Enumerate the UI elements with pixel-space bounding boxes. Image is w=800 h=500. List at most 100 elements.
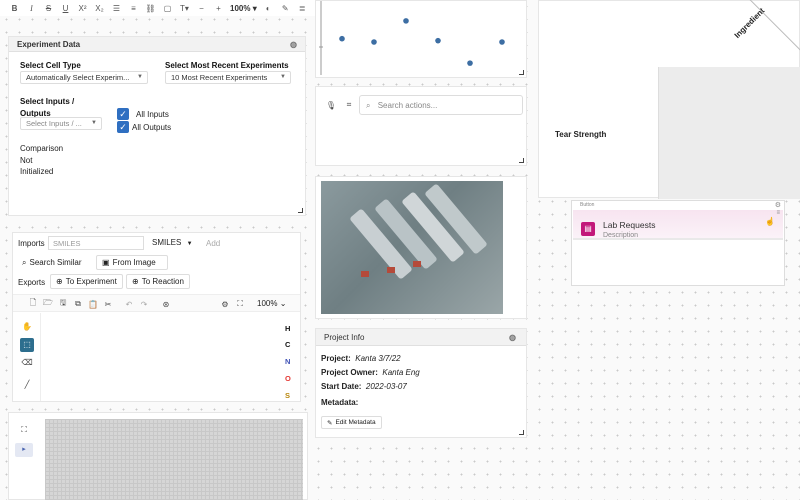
- select-tool-icon[interactable]: ⬚: [20, 338, 34, 352]
- minus-icon[interactable]: −: [193, 0, 210, 16]
- atom-h[interactable]: H: [285, 324, 290, 333]
- edit-metadata-button[interactable]: ✎ Edit Metadata: [321, 416, 382, 429]
- button-description: Description: [603, 232, 639, 239]
- paste-icon[interactable]: 📋: [88, 299, 98, 309]
- atom-s[interactable]: S: [285, 391, 290, 400]
- gear-icon[interactable]: ⚙: [775, 201, 781, 209]
- save-icon[interactable]: 🖫: [58, 298, 68, 309]
- resize-handle[interactable]: [519, 430, 524, 435]
- layout-icon[interactable]: ⊛: [161, 299, 171, 309]
- scan-icon[interactable]: ⌗: [344, 100, 354, 110]
- scatter-point: [371, 39, 377, 45]
- editor-left-tools: ✋ ⬚ ⌫ ╱: [13, 313, 41, 401]
- italic-icon[interactable]: I: [23, 0, 40, 16]
- to-experiment-button[interactable]: ⊕ To Experiment: [50, 274, 123, 289]
- text-size-icon[interactable]: T▾: [176, 0, 193, 16]
- open-folder-icon[interactable]: 🗁: [43, 298, 53, 309]
- atom-n[interactable]: N: [285, 357, 290, 366]
- copy-icon[interactable]: ⧉: [73, 299, 83, 309]
- bold-icon[interactable]: B: [6, 0, 23, 16]
- search-icon: ⌕: [366, 101, 371, 110]
- recent-experiments-select[interactable]: 10 Most Recent Experiments ▼: [165, 71, 291, 84]
- chem-editor-panel: Imports SMILES SMILES ▼ Add ⌕ Search Sim…: [12, 232, 301, 402]
- numbered-list-icon[interactable]: ≡: [125, 0, 142, 16]
- image-icon: ▣: [102, 258, 110, 267]
- button-title: Lab Requests: [603, 220, 656, 230]
- underline-icon[interactable]: U: [57, 0, 74, 16]
- format-select[interactable]: SMILES ▼: [152, 238, 193, 247]
- cell-type-select[interactable]: Automatically Select Experim... ▼: [20, 71, 148, 84]
- aerial-photo: [321, 181, 503, 314]
- shapes-icon[interactable]: ▢: [159, 0, 176, 16]
- scatter-point: [339, 35, 345, 42]
- subscript-icon[interactable]: X₂: [91, 0, 108, 16]
- grid-canvas: [45, 419, 303, 500]
- data-table-panel: Ingredient Tear Strength: [538, 0, 800, 199]
- imports-label: Imports: [18, 239, 45, 248]
- settings-icon[interactable]: ⚙: [220, 299, 230, 309]
- highlighter-icon[interactable]: ✎: [277, 0, 294, 16]
- owner-row: Project Owner: Kanta Eng: [321, 368, 420, 377]
- inputs-outputs-select[interactable]: Select Inputs / ... ▼: [20, 117, 102, 130]
- fullscreen-icon[interactable]: ⛶: [235, 299, 245, 309]
- expand-icon[interactable]: ⛶: [19, 425, 29, 435]
- diagonal-line: [743, 0, 800, 58]
- button-tag: Button: [580, 202, 595, 208]
- start-date-row: Start Date: 2022-03-07: [321, 382, 407, 391]
- atom-o[interactable]: O: [285, 374, 291, 383]
- search-actions-input[interactable]: ⌕ Search actions...: [359, 95, 523, 115]
- atom-c[interactable]: C: [285, 340, 290, 349]
- resize-handle[interactable]: [519, 158, 524, 163]
- chevron-down-icon: ▼: [137, 74, 143, 80]
- superscript-icon[interactable]: X²: [74, 0, 91, 16]
- menu-icon[interactable]: ≡: [776, 210, 780, 216]
- to-reaction-button[interactable]: ⊕ To Reaction: [126, 274, 190, 289]
- edit-icon: ✎: [327, 419, 333, 427]
- bullet-list-icon[interactable]: ☰: [108, 0, 125, 16]
- pointer-cursor-icon: ☝: [765, 217, 775, 226]
- plus-icon[interactable]: +: [210, 0, 227, 16]
- palette-icon[interactable]: ◍: [290, 40, 297, 49]
- experiment-data-panel: Experiment Data ◍ Select Cell Type Autom…: [8, 36, 306, 216]
- eraser-icon[interactable]: ⌫: [21, 357, 32, 367]
- redo-icon[interactable]: ↷: [139, 299, 149, 309]
- microphone-icon[interactable]: 🎙: [326, 100, 336, 110]
- exports-label: Exports: [18, 278, 46, 287]
- all-outputs-checkbox[interactable]: ✓: [117, 121, 129, 133]
- add-button[interactable]: Add: [206, 239, 220, 248]
- panel-header: Experiment Data ◍: [9, 37, 305, 52]
- scatter-chart: [319, 1, 505, 75]
- link-icon[interactable]: ⛓: [142, 0, 159, 16]
- form-icon: ▤: [581, 222, 595, 236]
- zoom-select[interactable]: 100% ▾: [227, 4, 260, 13]
- from-image-button[interactable]: ▣ From Image: [96, 255, 168, 270]
- metadata-row: Metadata:: [321, 398, 359, 407]
- strikethrough-icon[interactable]: S: [40, 0, 57, 16]
- new-file-icon[interactable]: 🗋: [28, 298, 38, 309]
- cell-type-label: Select Cell Type: [20, 61, 81, 70]
- all-inputs-checkbox[interactable]: ✓: [117, 108, 129, 120]
- resize-handle[interactable]: [298, 208, 303, 213]
- align-left-icon[interactable]: ≣: [294, 0, 311, 16]
- lab-requests-button[interactable]: ▤ Lab Requests Description ≡ ☝: [573, 210, 783, 240]
- chevron-down-icon: ▼: [91, 120, 97, 126]
- resize-handle[interactable]: [519, 70, 524, 75]
- palette-icon[interactable]: ◐: [260, 0, 277, 16]
- recent-experiments-label: Select Most Recent Experiments: [165, 61, 289, 70]
- scatter-point: [403, 18, 409, 24]
- cut-icon[interactable]: ✂: [103, 299, 113, 309]
- palette-icon[interactable]: ◍: [509, 333, 516, 342]
- image-panel: [315, 176, 527, 319]
- editor-zoom-select[interactable]: 100% ⌄: [257, 299, 286, 308]
- bond-tool-icon[interactable]: ╱: [22, 379, 32, 389]
- smiles-input[interactable]: SMILES: [48, 236, 144, 250]
- editor-toolbar: 🗋 🗁 🖫 ⧉ 📋 ✂ ↶ ↷ ⊛ ⚙ ⛶ 100% ⌄: [13, 294, 300, 312]
- slide-icon[interactable]: ▸: [15, 443, 33, 457]
- actions-panel: 🎙 ⌗ ⌕ Search actions...: [315, 86, 527, 166]
- search-similar-button[interactable]: ⌕ Search Similar: [17, 255, 87, 270]
- scatter-point: [435, 37, 441, 44]
- undo-icon[interactable]: ↶: [124, 299, 134, 309]
- hand-icon[interactable]: ✋: [22, 321, 32, 331]
- all-inputs-label: All Inputs: [136, 110, 169, 119]
- scatter-point: [499, 39, 505, 45]
